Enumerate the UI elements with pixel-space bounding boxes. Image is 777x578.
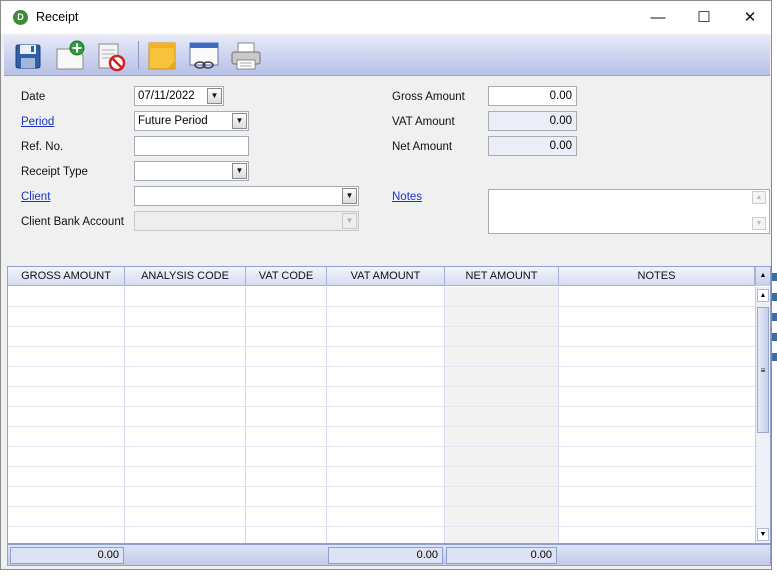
save-icon <box>15 44 41 69</box>
column-header-analysis-code[interactable]: ANALYSIS CODE <box>125 267 246 286</box>
table-row <box>8 526 755 527</box>
delete-document-icon <box>98 43 126 72</box>
client-select[interactable]: ▼ <box>134 186 359 206</box>
title-bar[interactable]: D Receipt — ☐ ✕ <box>1 1 771 34</box>
notes-scrollbar[interactable]: ▲ ▼ <box>752 191 768 232</box>
notes-textarea[interactable]: ▲ ▼ <box>488 189 770 234</box>
column-header-vat-amount[interactable]: VAT AMOUNT <box>327 267 445 286</box>
date-value: 07/11/2022 <box>138 90 195 102</box>
toolbar <box>4 35 770 76</box>
date-label: Date <box>21 91 46 103</box>
bg-mark <box>772 313 777 321</box>
scroll-down-icon[interactable]: ▼ <box>757 528 769 541</box>
client-bank-account-dropdown-icon: ▼ <box>342 213 357 229</box>
receipt-type-select[interactable]: ▼ <box>134 161 249 181</box>
bg-mark <box>772 273 777 281</box>
column-chooser-icon[interactable]: ▲ <box>755 267 770 286</box>
table-row <box>8 426 755 427</box>
link-window-icon <box>189 42 219 69</box>
close-button[interactable]: ✕ <box>727 1 771 34</box>
net-amount-total: 0.00 <box>446 547 557 564</box>
sticky-note-icon <box>148 42 176 70</box>
column-header-net-amount[interactable]: NET AMOUNT <box>445 267 559 286</box>
gross-amount-label: Gross Amount <box>392 91 465 103</box>
table-row <box>8 306 755 307</box>
notes-link[interactable]: Notes <box>392 191 422 203</box>
column-header-gross-amount[interactable]: GROSS AMOUNT <box>8 267 125 286</box>
print-icon <box>231 42 261 70</box>
bg-mark <box>772 333 777 341</box>
gross-amount-input[interactable]: 0.00 <box>488 86 577 106</box>
scrollbar-thumb[interactable]: ≡ <box>757 307 769 433</box>
scroll-down-icon[interactable]: ▼ <box>752 217 766 230</box>
period-dropdown-icon[interactable]: ▼ <box>232 113 247 129</box>
table-row <box>8 386 755 387</box>
link-button[interactable] <box>187 39 221 73</box>
net-amount-label: Net Amount <box>392 141 453 153</box>
maximize-button[interactable]: ☐ <box>681 1 727 34</box>
client-bank-account-label: Client Bank Account <box>21 216 124 228</box>
grid-vertical-scrollbar[interactable]: ▲ ≡ ▼ <box>755 287 770 543</box>
app-logo-icon: D <box>13 10 28 25</box>
period-value: Future Period <box>138 115 208 127</box>
vat-amount-total: 0.00 <box>328 547 443 564</box>
table-row <box>8 326 755 327</box>
receipt-type-dropdown-icon[interactable]: ▼ <box>232 163 247 179</box>
client-bank-account-select: ▼ <box>134 211 359 231</box>
ref-no-label: Ref. No. <box>21 141 64 153</box>
print-button[interactable] <box>229 39 263 73</box>
grid-header: GROSS AMOUNT ANALYSIS CODE VAT CODE VAT … <box>8 267 770 286</box>
receipt-form: Date 07/11/2022 ▼ Period Future Period ▼… <box>4 77 770 263</box>
table-row <box>8 446 755 447</box>
notes-button[interactable] <box>145 39 179 73</box>
vat-amount-label: VAT Amount <box>392 116 455 128</box>
window-title: Receipt <box>36 10 79 24</box>
vat-amount-field: 0.00 <box>488 111 577 131</box>
bg-mark <box>772 293 777 301</box>
new-button[interactable] <box>53 39 87 73</box>
client-dropdown-icon[interactable]: ▼ <box>342 188 357 204</box>
net-amount-field: 0.00 <box>488 136 577 156</box>
client-link[interactable]: Client <box>21 191 50 203</box>
table-row <box>8 506 755 507</box>
grid-footer-totals: 0.00 0.00 0.00 <box>7 544 771 566</box>
receipt-window: D Receipt — ☐ ✕ Date 07/11/2022 ▼ Period… <box>0 0 772 570</box>
table-row <box>8 366 755 367</box>
table-row <box>8 486 755 487</box>
ref-no-input[interactable] <box>134 136 249 156</box>
background-window-edge <box>772 0 777 578</box>
delete-button[interactable] <box>95 39 129 73</box>
date-field[interactable]: 07/11/2022 ▼ <box>134 86 224 106</box>
analysis-grid[interactable]: GROSS AMOUNT ANALYSIS CODE VAT CODE VAT … <box>7 266 771 544</box>
bg-mark <box>772 353 777 361</box>
period-link[interactable]: Period <box>21 116 54 128</box>
period-select[interactable]: Future Period ▼ <box>134 111 249 131</box>
receipt-type-label: Receipt Type <box>21 166 88 178</box>
toolbar-separator <box>138 41 139 69</box>
gross-amount-total: 0.00 <box>10 547 124 564</box>
table-row <box>8 346 755 347</box>
new-document-icon <box>56 40 85 70</box>
date-dropdown-icon[interactable]: ▼ <box>207 88 222 104</box>
minimize-button[interactable]: — <box>635 1 681 34</box>
table-row <box>8 466 755 467</box>
table-row <box>8 406 755 407</box>
save-button[interactable] <box>11 39 45 73</box>
column-header-notes[interactable]: NOTES <box>559 267 755 286</box>
column-header-vat-code[interactable]: VAT CODE <box>246 267 327 286</box>
scroll-up-icon[interactable]: ▲ <box>752 191 766 204</box>
scroll-up-icon[interactable]: ▲ <box>757 289 769 302</box>
